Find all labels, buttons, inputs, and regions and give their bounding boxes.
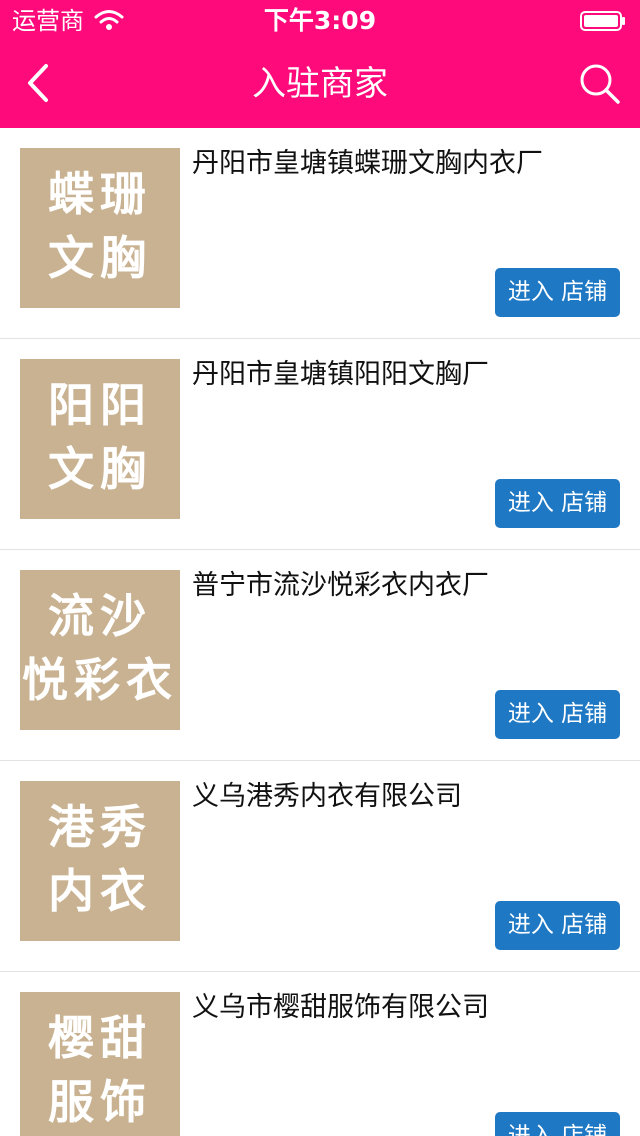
status-bar: 运营商 下午3:09 <box>0 0 640 40</box>
shop-name[interactable]: 义乌港秀内衣有限公司 <box>192 779 462 815</box>
shop-row[interactable]: 流沙 悦彩衣 普宁市流沙悦彩衣内衣厂 进入 店铺 <box>0 550 640 761</box>
shop-row[interactable]: 樱甜 服饰 义乌市樱甜服饰有限公司 进入 店铺 <box>0 972 640 1136</box>
enter-shop-button[interactable]: 进入 店铺 <box>495 690 620 739</box>
shop-row[interactable]: 阳阳 文胸 丹阳市皇塘镇阳阳文胸厂 进入 店铺 <box>0 339 640 550</box>
shop-name[interactable]: 丹阳市皇塘镇蝶珊文胸内衣厂 <box>192 146 543 182</box>
enter-shop-button[interactable]: 进入 店铺 <box>495 268 620 317</box>
shop-logo[interactable]: 蝶珊 文胸 <box>20 148 180 308</box>
search-icon[interactable] <box>576 60 622 106</box>
shop-row[interactable]: 蝶珊 文胸 丹阳市皇塘镇蝶珊文胸内衣厂 进入 店铺 <box>0 128 640 339</box>
shop-row[interactable]: 港秀 内衣 义乌港秀内衣有限公司 进入 店铺 <box>0 761 640 972</box>
shop-name[interactable]: 义乌市樱甜服饰有限公司 <box>192 990 489 1026</box>
enter-shop-button[interactable]: 进入 店铺 <box>495 479 620 528</box>
shop-name[interactable]: 丹阳市皇塘镇阳阳文胸厂 <box>192 357 489 393</box>
page-title: 入驻商家 <box>252 64 388 104</box>
app-header: 运营商 下午3:09 入驻商家 <box>0 0 640 128</box>
shop-logo[interactable]: 流沙 悦彩衣 <box>20 570 180 730</box>
shop-logo[interactable]: 港秀 内衣 <box>20 781 180 941</box>
enter-shop-button[interactable]: 进入 店铺 <box>495 901 620 950</box>
shop-list: 蝶珊 文胸 丹阳市皇塘镇蝶珊文胸内衣厂 进入 店铺 阳阳 文胸 丹阳市皇塘镇阳阳… <box>0 128 640 1136</box>
shop-logo[interactable]: 阳阳 文胸 <box>20 359 180 519</box>
nav-bar: 入驻商家 <box>0 40 640 128</box>
shop-logo[interactable]: 樱甜 服饰 <box>20 992 180 1136</box>
shop-name[interactable]: 普宁市流沙悦彩衣内衣厂 <box>192 568 489 604</box>
enter-shop-button[interactable]: 进入 店铺 <box>495 1112 620 1136</box>
status-time: 下午3:09 <box>263 6 377 35</box>
battery-icon <box>580 11 625 31</box>
